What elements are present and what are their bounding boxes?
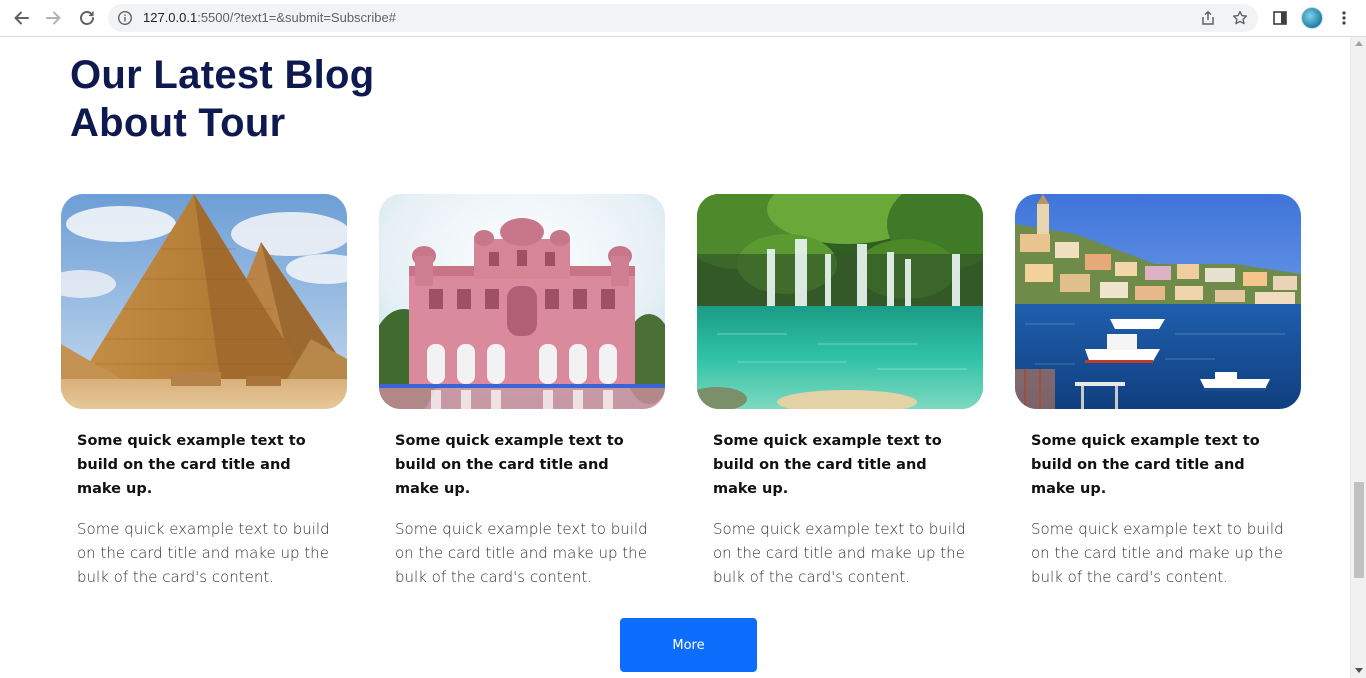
- scroll-down-arrow-icon[interactable]: [1355, 668, 1363, 673]
- address-bar[interactable]: 127.0.0.1:5500/?text1=&submit=Subscribe#: [108, 4, 1258, 32]
- heading-line-1: Our Latest Blog: [70, 53, 375, 97]
- scroll-thumb[interactable]: [1354, 482, 1364, 578]
- waterfall-lagoon-image: [697, 194, 983, 409]
- heading-line-2: About Tour: [70, 101, 286, 145]
- more-button[interactable]: More: [620, 618, 757, 672]
- side-panel-icon[interactable]: [1270, 8, 1290, 28]
- harbor-town-image: [1015, 194, 1301, 409]
- back-arrow-icon[interactable]: [9, 6, 33, 30]
- star-icon[interactable]: [1232, 10, 1248, 26]
- card-text: Some quick example text to build on the …: [713, 520, 966, 586]
- info-icon[interactable]: [117, 10, 133, 26]
- page-scrollbar[interactable]: [1350, 37, 1366, 678]
- blog-card[interactable]: Some quick example text to build on the …: [61, 194, 347, 589]
- url-path: :5500/?text1=&submit=Subscribe#: [197, 10, 396, 25]
- card-title[interactable]: Some quick example text to build on the …: [77, 429, 331, 501]
- forward-arrow-icon[interactable]: [42, 6, 66, 30]
- card-title[interactable]: Some quick example text to build on the …: [1031, 429, 1285, 501]
- pyramids-image: [61, 194, 347, 409]
- blog-card[interactable]: Some quick example text to build on the …: [1015, 194, 1301, 589]
- page-content: Our Latest Blog About Tour Some quick ex…: [0, 37, 1350, 678]
- card-text: Some quick example text to build on the …: [77, 520, 330, 586]
- card-text: Some quick example text to build on the …: [395, 520, 648, 586]
- pink-palace-image: [379, 194, 665, 409]
- blog-card[interactable]: Some quick example text to build on the …: [697, 194, 983, 589]
- card-text: Some quick example text to build on the …: [1031, 520, 1284, 586]
- url-text[interactable]: 127.0.0.1:5500/?text1=&submit=Subscribe#: [143, 10, 396, 25]
- reload-icon[interactable]: [75, 6, 99, 30]
- scroll-up-arrow-icon[interactable]: [1355, 41, 1363, 46]
- url-host: 127.0.0.1: [143, 10, 198, 25]
- blog-card[interactable]: Some quick example text to build on the …: [379, 194, 665, 589]
- section-heading: Our Latest Blog About Tour: [70, 51, 490, 147]
- card-title[interactable]: Some quick example text to build on the …: [713, 429, 967, 501]
- menu-dots-icon[interactable]: [1334, 8, 1354, 28]
- card-title[interactable]: Some quick example text to build on the …: [395, 429, 649, 501]
- share-icon[interactable]: [1200, 10, 1216, 26]
- profile-avatar[interactable]: [1301, 7, 1323, 29]
- browser-toolbar: 127.0.0.1:5500/?text1=&submit=Subscribe#: [0, 0, 1366, 37]
